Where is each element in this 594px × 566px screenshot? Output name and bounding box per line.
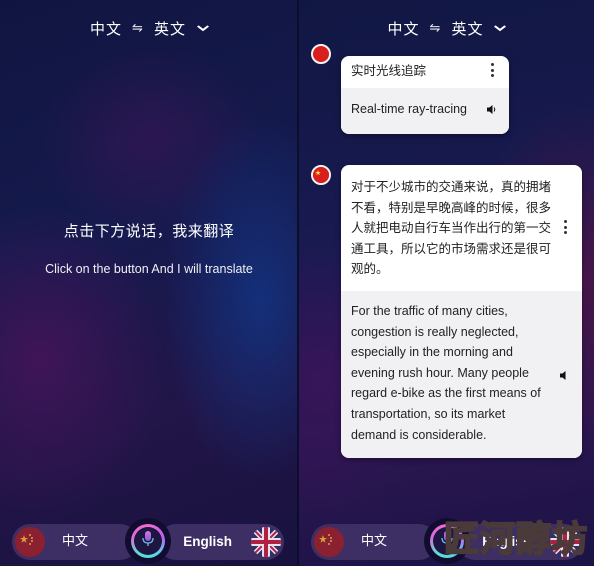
source-text-block: 对于不少城市的交通来说，真的拥堵不看，特别是早晚高峰的时候，很多人就把电动自行车… xyxy=(341,165,582,291)
mic-button[interactable] xyxy=(125,518,171,564)
target-language[interactable]: 英文 xyxy=(154,18,186,39)
microphone-icon xyxy=(141,530,155,552)
speaker-icon[interactable] xyxy=(559,367,570,388)
uk-flag-icon xyxy=(251,527,281,557)
source-text: 实时光线追踪 xyxy=(351,63,427,78)
watermark: 匠河醇坊 xyxy=(443,519,588,561)
chevron-down-icon[interactable] xyxy=(494,22,507,35)
chinese-speak-button[interactable]: 中文 xyxy=(311,524,437,560)
prompt-chinese: 点击下方说话，我来翻译 xyxy=(63,222,235,240)
prompt-english: Click on the button And I will translate xyxy=(45,262,253,276)
language-selector[interactable]: 中文 ⇋ 英文 xyxy=(299,18,594,39)
target-language[interactable]: 英文 xyxy=(451,18,483,39)
source-text-block: 实时光线追踪 xyxy=(341,56,509,88)
message-card: 实时光线追踪 Real-time ray-tracing xyxy=(341,56,509,134)
english-speak-button[interactable]: English xyxy=(158,524,284,560)
source-text: 对于不少城市的交通来说，真的拥堵不看，特别是早晚高峰的时候，很多人就把电动自行车… xyxy=(351,179,552,276)
china-flag-icon xyxy=(314,527,344,557)
right-language-label: English xyxy=(183,534,232,549)
more-options-icon[interactable] xyxy=(487,60,497,80)
swap-icon[interactable]: ⇋ xyxy=(430,21,442,36)
speaker-icon[interactable] xyxy=(486,104,497,118)
bottom-bar: 中文 English xyxy=(12,518,284,564)
source-language[interactable]: 中文 xyxy=(90,18,122,39)
screen-empty-state: 中文 ⇋ 英文 点击下方说话，我来翻译 Click on the button … xyxy=(0,0,298,566)
message-card: 对于不少城市的交通来说，真的拥堵不看，特别是早晚高峰的时候，很多人就把电动自行车… xyxy=(341,165,582,458)
china-flag-avatar xyxy=(311,44,331,64)
screen-conversation: 中文 ⇋ 英文 实时光线追踪 Real-time ray-tracing 对于不… xyxy=(299,0,594,566)
translation-block: Real-time ray-tracing xyxy=(341,88,509,134)
translation-block: For the traffic of many cities, congesti… xyxy=(341,291,582,458)
chevron-down-icon[interactable] xyxy=(196,22,209,35)
china-flag-avatar xyxy=(311,165,331,185)
translation-text: For the traffic of many cities, congesti… xyxy=(351,304,541,442)
swap-icon[interactable]: ⇋ xyxy=(132,21,144,36)
china-flag-icon xyxy=(15,527,45,557)
more-options-icon[interactable] xyxy=(560,217,570,237)
left-language-label: 中文 xyxy=(361,534,388,549)
left-language-label: 中文 xyxy=(62,534,89,549)
source-language[interactable]: 中文 xyxy=(388,18,420,39)
chinese-speak-button[interactable]: 中文 xyxy=(12,524,138,560)
language-selector[interactable]: 中文 ⇋ 英文 xyxy=(0,18,298,39)
